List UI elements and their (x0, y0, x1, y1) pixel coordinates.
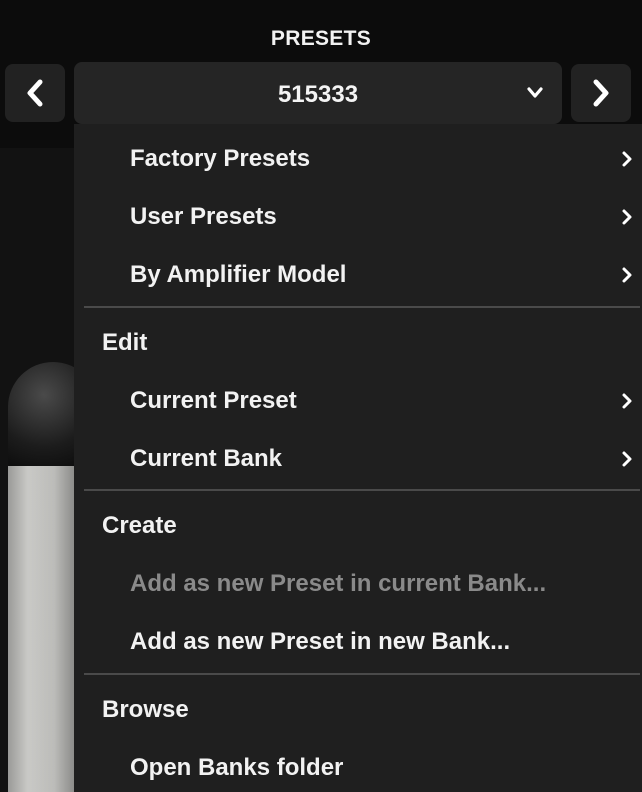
menu-item-current-bank[interactable]: Current Bank (74, 430, 642, 488)
menu-item-label: Current Preset (130, 387, 297, 414)
submenu-arrow-icon (622, 209, 632, 225)
menu-item-current-preset[interactable]: Current Preset (74, 372, 642, 430)
current-preset-name: 515333 (277, 81, 359, 108)
section-heading-edit: Edit (102, 329, 148, 356)
menu-item-add-preset-current-bank: Add as new Preset in current Bank... (74, 555, 642, 613)
menu-divider (84, 489, 640, 491)
section-heading-browse: Browse (102, 696, 189, 723)
submenu-arrow-icon (622, 451, 632, 467)
menu-item-label: Current Bank (130, 445, 283, 472)
amp-knob-body (8, 466, 74, 792)
submenu-arrow-icon (622, 151, 632, 167)
menu-item-label: User Presets (130, 203, 277, 230)
chevron-left-icon (27, 79, 43, 107)
menu-divider (84, 673, 640, 675)
preset-menu: Factory Presets User Presets By Amplifie… (74, 124, 642, 792)
submenu-arrow-icon (622, 267, 632, 283)
chevron-right-icon (593, 79, 609, 107)
chevron-down-icon (527, 87, 543, 98)
menu-item-label: Add as new Preset in current Bank... (130, 570, 547, 597)
section-heading-create: Create (102, 512, 177, 539)
submenu-arrow-icon (622, 393, 632, 409)
menu-item-label: Add as new Preset in new Bank... (130, 628, 511, 655)
presets-title: PRESETS (270, 27, 372, 50)
preset-selector[interactable]: 515333 (74, 62, 562, 124)
next-preset-button[interactable] (571, 64, 631, 122)
menu-item-user-presets[interactable]: User Presets (74, 188, 642, 246)
menu-item-label: Open Banks folder (130, 754, 344, 781)
menu-item-label: Factory Presets (130, 145, 311, 172)
menu-item-factory-presets[interactable]: Factory Presets (74, 130, 642, 188)
menu-item-label: By Amplifier Model (130, 261, 347, 288)
menu-item-open-banks-folder[interactable]: Open Banks folder (74, 739, 642, 792)
menu-divider (84, 306, 640, 308)
previous-preset-button[interactable] (5, 64, 65, 122)
menu-item-by-amplifier-model[interactable]: By Amplifier Model (74, 246, 642, 304)
menu-item-add-preset-new-bank[interactable]: Add as new Preset in new Bank... (74, 613, 642, 671)
